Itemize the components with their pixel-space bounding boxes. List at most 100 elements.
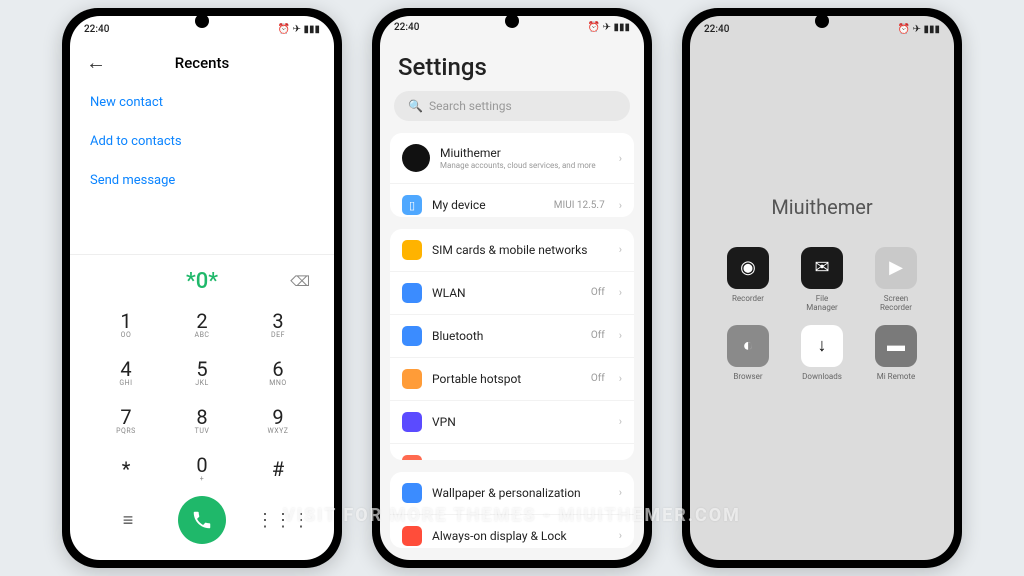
- row-label: WLAN: [432, 286, 581, 300]
- search-input[interactable]: 🔍 Search settings: [394, 91, 630, 121]
- page-title: Recents: [175, 54, 229, 72]
- dialer-panel: *0* ⌫ 1OO2ABC3DEF4GHI5JKL6MNO7PQRS8TUV9W…: [70, 254, 334, 560]
- chevron-right-icon: ›: [619, 529, 622, 542]
- device-icon: ▯: [402, 195, 422, 215]
- new-contact-link[interactable]: New contact: [90, 83, 314, 122]
- phone-homescreen: 22:40 ⏰ ✈ ▮▮▮ Miuithemer ◉ Recorder ✉ File …: [682, 8, 962, 568]
- key-#[interactable]: #: [240, 444, 316, 492]
- search-icon: 🔍: [408, 99, 423, 113]
- dialed-number: *0*: [186, 269, 218, 294]
- key-letters: PQRS: [116, 427, 136, 435]
- account-name: Miuithemer: [440, 146, 609, 160]
- add-to-contacts-link[interactable]: Add to contacts: [90, 122, 314, 161]
- key-5[interactable]: 5JKL: [164, 348, 240, 396]
- row-value: Off: [591, 373, 605, 384]
- send-message-link[interactable]: Send message: [90, 161, 314, 200]
- key-digit: *: [122, 457, 131, 481]
- account-row[interactable]: Miuithemer Manage accounts, cloud servic…: [390, 133, 634, 183]
- app-label: Downloads: [802, 372, 842, 382]
- app-icon: ◐: [727, 325, 769, 367]
- row-icon: [402, 526, 422, 546]
- back-icon[interactable]: ←: [86, 50, 106, 75]
- row-label: Portable hotspot: [432, 372, 581, 386]
- key-digit: 1: [120, 309, 131, 333]
- app-grid: ◉ Recorder ✉ File Manager ▶ Screen Recorder ◐B…: [725, 247, 919, 382]
- app-icon: ▶: [875, 247, 917, 289]
- app-browser[interactable]: ◐Browser: [725, 325, 771, 382]
- status-icons: ⏰ ✈ ▮▮▮: [278, 24, 320, 35]
- account-group: Miuithemer Manage accounts, cloud servic…: [390, 133, 634, 217]
- key-3[interactable]: 3DEF: [240, 300, 316, 348]
- key-2[interactable]: 2ABC: [164, 300, 240, 348]
- app-file-manager[interactable]: ✉ File Manager: [799, 247, 845, 313]
- app-label: Mi Remote: [877, 372, 916, 382]
- app-icon: ▬: [875, 325, 917, 367]
- key-0[interactable]: 0+: [164, 444, 240, 492]
- chevron-right-icon: ›: [619, 329, 622, 342]
- call-options: New contact Add to contacts Send message: [70, 83, 334, 200]
- key-digit: 3: [272, 309, 283, 333]
- key-4[interactable]: 4GHI: [88, 348, 164, 396]
- backspace-icon[interactable]: ⌫: [290, 274, 310, 290]
- status-icons: ⏰ ✈ ▮▮▮: [588, 22, 630, 33]
- key-digit: 2: [196, 309, 207, 333]
- app-label: Screen Recorder: [873, 294, 919, 313]
- key-letters: +: [200, 475, 204, 483]
- settings-row[interactable]: WLANOff›: [390, 271, 634, 314]
- key-9[interactable]: 9WXYZ: [240, 396, 316, 444]
- dialer-header: ← Recents: [70, 42, 334, 83]
- call-button[interactable]: [178, 496, 226, 544]
- settings-row[interactable]: Always-on display & Lock›: [390, 514, 634, 548]
- row-value: Off: [591, 330, 605, 341]
- key-6[interactable]: 6MNO: [240, 348, 316, 396]
- menu-icon[interactable]: ≡: [108, 510, 148, 531]
- settings-row[interactable]: Connection & sharing›: [390, 443, 634, 460]
- key-8[interactable]: 8TUV: [164, 396, 240, 444]
- clock: 22:40: [704, 24, 729, 35]
- app-mi-remote[interactable]: ▬ Mi Remote: [873, 325, 919, 382]
- key-digit: 4: [120, 357, 131, 381]
- row-icon: [402, 369, 422, 389]
- key-letters: TUV: [195, 427, 210, 435]
- app-recorder[interactable]: ◉ Recorder: [725, 247, 771, 313]
- key-digit: 7: [120, 405, 131, 429]
- settings-row[interactable]: VPN›: [390, 400, 634, 443]
- chevron-right-icon: ›: [619, 152, 622, 165]
- row-icon: [402, 412, 422, 432]
- status-bar: 22:40 ⏰ ✈ ▮▮▮: [690, 16, 954, 42]
- key-*[interactable]: *: [88, 444, 164, 492]
- key-digit: 5: [196, 357, 207, 381]
- dialpad-toggle-icon[interactable]: ⋮⋮⋮: [256, 510, 296, 531]
- key-digit: #: [272, 457, 284, 481]
- key-1[interactable]: 1OO: [88, 300, 164, 348]
- key-letters: GHI: [119, 379, 132, 387]
- app-icon: ✉: [801, 247, 843, 289]
- chevron-right-icon: ›: [619, 243, 622, 256]
- key-letters: DEF: [271, 331, 285, 339]
- row-icon: [402, 483, 422, 503]
- settings-row[interactable]: SIM cards & mobile networks ›: [390, 229, 634, 271]
- row-value: Off: [591, 287, 605, 298]
- key-letters: ABC: [195, 331, 210, 339]
- app-icon: ↓: [801, 325, 843, 367]
- account-sub: Manage accounts, cloud services, and mor…: [440, 161, 609, 170]
- status-icons: ⏰ ✈ ▮▮▮: [898, 24, 940, 35]
- clock: 22:40: [394, 22, 419, 33]
- my-device-row[interactable]: ▯ My device MIUI 12.5.7 ›: [390, 183, 634, 217]
- app-label: Recorder: [732, 294, 764, 304]
- settings-row[interactable]: BluetoothOff›: [390, 314, 634, 357]
- settings-row[interactable]: Portable hotspotOff›: [390, 357, 634, 400]
- folder-title: Miuithemer: [771, 195, 872, 219]
- app-label: File Manager: [799, 294, 845, 313]
- settings-title: Settings: [380, 39, 644, 91]
- app-screen-recorder[interactable]: ▶ Screen Recorder: [873, 247, 919, 313]
- key-digit: 8: [196, 405, 207, 429]
- row-icon: [402, 240, 422, 260]
- key-7[interactable]: 7PQRS: [88, 396, 164, 444]
- settings-row[interactable]: Wallpaper & personalization›: [390, 472, 634, 514]
- key-letters: JKL: [195, 379, 209, 387]
- row-label: SIM cards & mobile networks: [432, 243, 609, 257]
- app-icon: ◉: [727, 247, 769, 289]
- app-downloads[interactable]: ↓ Downloads: [799, 325, 845, 382]
- row-value: MIUI 12.5.7: [554, 200, 605, 211]
